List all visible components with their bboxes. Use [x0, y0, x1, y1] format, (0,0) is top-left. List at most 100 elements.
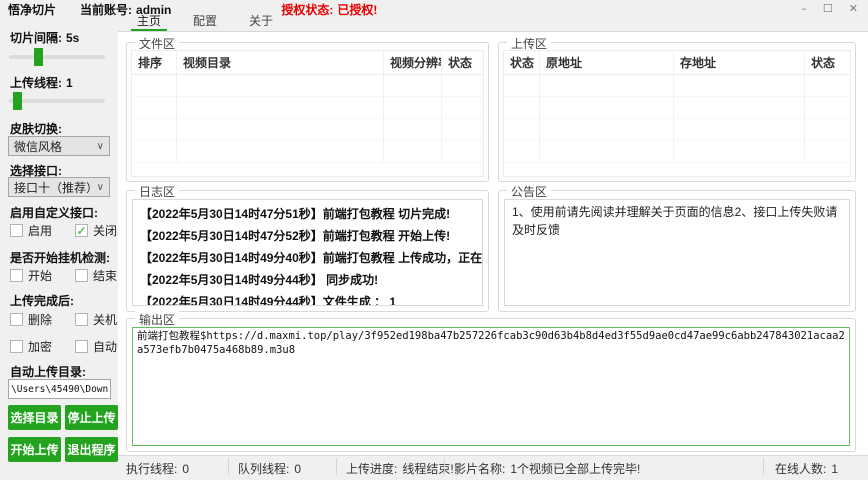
slider-track — [9, 99, 105, 103]
upload-threads-label: 上传线程:1 — [10, 74, 73, 91]
select-dir-button[interactable]: 选择目录 — [8, 405, 61, 430]
encrypt-checkbox-label: 加密 — [28, 338, 52, 355]
shutdown-checkbox[interactable] — [75, 313, 88, 326]
start-upload-button[interactable]: 开始上传 — [8, 437, 61, 462]
tab-config[interactable]: 配置 — [187, 12, 223, 31]
auth-status: 授权状态: 已授权! — [281, 1, 377, 18]
notice-area-title: 公告区 — [507, 183, 551, 200]
check-icon: ✓ — [76, 226, 86, 236]
table-row — [504, 75, 850, 97]
status-separator — [228, 458, 229, 475]
output-url-text: 前端打包教程$https://d.maxmi.top/play/3f952ed1… — [137, 329, 845, 357]
table-row — [504, 97, 850, 119]
custom-api-label: 启用自定义接口: — [10, 204, 98, 221]
end-checkbox[interactable] — [75, 269, 88, 282]
upload-threads-slider[interactable] — [9, 92, 105, 110]
api-select-value: 接口十（推荐） — [14, 179, 97, 196]
slider-handle[interactable] — [34, 48, 43, 66]
status-separator — [444, 458, 445, 475]
hangup-checkbox-row: 开始 结束 — [10, 267, 117, 284]
file-area-panel: 文件区 排序 视频目录 视频分辨率 状态 — [126, 42, 489, 182]
status-separator — [336, 458, 337, 475]
column-header: 视频目录 — [177, 51, 384, 74]
custom-api-checkbox-row: 启用 ✓ 关闭 — [10, 222, 117, 239]
column-header: 排序 — [132, 51, 177, 74]
sidebar: 切片间隔:5s 上传线程:1 皮肤切换: 微信风格 ∨ 选择接口: 接口十（推荐… — [0, 16, 118, 480]
chevron-down-icon: ∨ — [97, 182, 104, 193]
encrypt-checkbox[interactable] — [10, 340, 23, 353]
exec-threads-value: 0 — [182, 462, 189, 476]
slider-handle[interactable] — [13, 92, 22, 110]
skin-select-value: 微信风格 — [14, 138, 62, 155]
main-content: 文件区 排序 视频目录 视频分辨率 状态 — [118, 32, 868, 455]
tab-about[interactable]: 关于 — [243, 12, 279, 31]
slice-interval-value: 5s — [66, 31, 79, 45]
table-row — [132, 141, 483, 163]
table-row — [132, 75, 483, 97]
table-row — [132, 119, 483, 141]
exec-threads-status: 执行线程:0 — [126, 460, 189, 477]
file-table-header: 排序 视频目录 视频分辨率 状态 — [132, 51, 483, 75]
auto-dir-input[interactable] — [8, 379, 111, 399]
exit-button[interactable]: 退出程序 — [65, 437, 118, 462]
stop-upload-button[interactable]: 停止上传 — [65, 405, 118, 430]
online-users-status: 在线人数:1 — [775, 460, 838, 477]
after-upload-checkbox-row-2: 加密 自动 — [10, 338, 117, 355]
close-checkbox[interactable]: ✓ — [75, 224, 88, 237]
output-box[interactable]: 前端打包教程$https://d.maxmi.top/play/3f952ed1… — [132, 327, 850, 446]
chevron-down-icon: ∨ — [97, 141, 104, 152]
file-table[interactable]: 排序 视频目录 视频分辨率 状态 — [131, 50, 484, 177]
app-title: 悟净切片 — [8, 1, 56, 18]
queue-threads-status: 队列线程:0 — [238, 460, 301, 477]
shutdown-checkbox-label: 关机 — [93, 311, 117, 328]
tabbar: 主页 配置 关于 — [118, 16, 868, 32]
upload-area-panel: 上传区 状态 原地址 存地址 状态 — [498, 42, 856, 182]
slider-track — [9, 55, 105, 59]
table-row — [504, 119, 850, 141]
enable-checkbox-label: 启用 — [28, 222, 52, 239]
notice-text: 1、使用前请先阅读并理解关于页面的信息2、接口上传失败请及时反馈 — [512, 203, 842, 239]
table-row — [132, 97, 483, 119]
start-checkbox[interactable] — [10, 269, 23, 282]
close-checkbox-label: 关闭 — [93, 222, 117, 239]
column-header: 状态 — [504, 51, 540, 74]
auth-status-value: 已授权! — [337, 3, 377, 17]
upload-threads-value: 1 — [66, 76, 73, 90]
auto-dir-label: 自动上传目录: — [10, 363, 86, 380]
column-header: 存地址 — [674, 51, 805, 74]
upload-progress-status: 上传进度:线程结束! — [346, 460, 454, 477]
online-users-value: 1 — [831, 462, 838, 476]
upload-table[interactable]: 状态 原地址 存地址 状态 — [503, 50, 851, 177]
statusbar: 执行线程:0 队列线程:0 上传进度:线程结束! 影片名称:1个视频已全部上传完… — [118, 455, 868, 477]
movie-name-value: 1个视频已全部上传完毕! — [510, 462, 640, 476]
minimize-icon[interactable]: – — [801, 4, 807, 14]
close-icon[interactable]: ✕ — [849, 4, 858, 14]
slice-interval-label: 切片间隔:5s — [10, 29, 79, 46]
after-upload-label: 上传完成后: — [10, 292, 74, 309]
log-box[interactable]: 【2022年5月30日14时47分51秒】前端打包教程 切片完成! 【2022年… — [132, 199, 483, 306]
log-line: 【2022年5月30日14时47分51秒】前端打包教程 切片完成! — [140, 203, 475, 225]
upload-table-header: 状态 原地址 存地址 状态 — [504, 51, 850, 75]
notice-area-panel: 公告区 1、使用前请先阅读并理解关于页面的信息2、接口上传失败请及时反馈 — [498, 190, 856, 312]
slice-interval-slider[interactable] — [9, 48, 105, 66]
window-controls: – ☐ ✕ — [801, 4, 862, 14]
movie-name-status: 影片名称:1个视频已全部上传完毕! — [454, 460, 640, 477]
upload-progress-value: 线程结束! — [402, 462, 453, 476]
enable-checkbox[interactable] — [10, 224, 23, 237]
maximize-icon[interactable]: ☐ — [823, 4, 833, 14]
api-select[interactable]: 接口十（推荐） ∨ — [8, 177, 110, 197]
status-separator — [763, 458, 764, 475]
log-area-title: 日志区 — [135, 183, 179, 200]
output-area-panel: 输出区 前端打包教程$https://d.maxmi.top/play/3f95… — [126, 318, 856, 452]
end-checkbox-label: 结束 — [93, 267, 117, 284]
auto-checkbox[interactable] — [75, 340, 88, 353]
notice-box: 1、使用前请先阅读并理解关于页面的信息2、接口上传失败请及时反馈 — [504, 199, 850, 306]
delete-checkbox[interactable] — [10, 313, 23, 326]
main-area: 主页 配置 关于 文件区 排序 视频目录 视频分辨率 状态 — [118, 16, 868, 480]
tab-home[interactable]: 主页 — [131, 12, 167, 31]
log-line: 【2022年5月30日14时49分40秒】前端打包教程 上传成功，正在同步云端，… — [140, 247, 475, 269]
start-checkbox-label: 开始 — [28, 267, 52, 284]
auth-status-label: 授权状态: — [281, 3, 333, 17]
log-line: 【2022年5月30日14时49分44秒】文件生成 ： 1 — [140, 291, 475, 306]
skin-select[interactable]: 微信风格 ∨ — [8, 136, 110, 156]
